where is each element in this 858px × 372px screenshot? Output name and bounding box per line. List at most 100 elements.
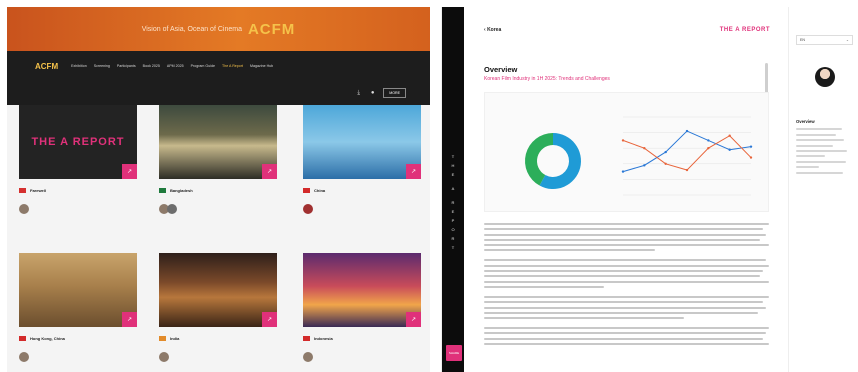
article-header: ‹ Korea THE A REPORT — [464, 7, 788, 53]
toc-item[interactable] — [796, 171, 853, 174]
nav-logo[interactable]: ACFM — [35, 62, 58, 71]
data-point — [685, 168, 689, 172]
chevron-down-icon: ⌄ — [845, 38, 849, 42]
toc-item[interactable] — [796, 133, 853, 136]
nav-item-exhibition[interactable]: Exhibition — [71, 64, 87, 68]
language-value: EN — [800, 38, 805, 42]
toc-item[interactable] — [796, 128, 853, 130]
data-point — [749, 156, 753, 159]
card-author — [303, 204, 421, 214]
header-title: THE A REPORT — [719, 27, 770, 33]
vertical-letter: T — [451, 245, 455, 250]
country-name: Indonesia — [314, 335, 333, 341]
data-point — [621, 170, 625, 173]
banner-tagline: Vision of Asia, Ocean of Cinema — [141, 25, 242, 33]
avatar — [303, 204, 313, 214]
listing-toolbar: ⤓ ● MORE — [7, 81, 430, 105]
card-author — [303, 352, 421, 362]
report-card[interactable]: ↗ China — [303, 105, 421, 214]
open-arrow-icon[interactable]: ↗ — [122, 164, 137, 179]
toc-item[interactable] — [796, 150, 853, 158]
article-heading: Overview — [484, 65, 518, 74]
card-author — [159, 204, 277, 214]
report-card[interactable]: ↗ Bangladesh — [159, 105, 277, 214]
paragraph — [484, 223, 769, 252]
open-arrow-icon[interactable]: ↗ — [122, 312, 137, 327]
chart-panel — [484, 92, 769, 212]
author-profile — [796, 67, 853, 94]
report-card[interactable]: ↗ India — [159, 253, 277, 362]
main-nav: ACFM Exhibition Screening Participants B… — [7, 51, 430, 81]
nav-item-book[interactable]: Book 2025 — [143, 64, 160, 68]
country-name: India — [170, 335, 180, 341]
data-point — [728, 148, 731, 151]
user-icon[interactable]: ● — [369, 90, 376, 97]
avatar — [814, 67, 835, 87]
card-author — [19, 352, 137, 362]
flag-icon — [159, 187, 166, 193]
vertical-letter: R — [451, 200, 455, 205]
vertical-letter: T — [451, 154, 455, 159]
data-point — [621, 139, 625, 142]
data-point — [664, 150, 667, 154]
vertical-report-text: T H E A R E P O R T — [450, 152, 456, 252]
vertical-letter: P — [451, 218, 455, 223]
vertical-letter: O — [451, 227, 455, 232]
nav-item-apm[interactable]: APM 2025 — [167, 64, 184, 68]
data-point — [685, 129, 689, 133]
card-thumbnail[interactable]: ↗ — [159, 105, 277, 179]
toc-heading[interactable]: Overview — [796, 119, 853, 124]
article-body: Overview Korean Film Industry in 1H 2025… — [484, 65, 769, 353]
charts-svg — [525, 116, 753, 196]
open-arrow-icon[interactable]: ↗ — [262, 164, 277, 179]
site-banner: Vision of Asia, Ocean of Cinema ACFM — [7, 7, 430, 51]
open-arrow-icon[interactable]: ↗ — [262, 312, 277, 327]
card-thumbnail[interactable]: ↗ — [159, 253, 277, 327]
report-cover-text: THE A REPORT — [31, 136, 125, 148]
nav-item-screening[interactable]: Screening — [94, 64, 110, 68]
article-sidebar: EN ⌄ Overview — [788, 7, 858, 372]
flag-icon — [19, 335, 26, 341]
open-arrow-icon[interactable]: ↗ — [406, 312, 421, 327]
card-country: China — [303, 186, 421, 194]
avatar — [19, 204, 29, 214]
share-button[interactable]: SHARE — [446, 345, 462, 361]
avatar — [303, 352, 313, 362]
card-thumbnail[interactable]: ↗ — [303, 105, 421, 179]
report-listing-page: Vision of Asia, Ocean of Cinema ACFM ACF… — [7, 7, 430, 372]
vertical-brand-bar: T H E A R E P O R T SHARE — [442, 7, 464, 372]
nav-item-magazine-hub[interactable]: Magazine Hub — [250, 64, 273, 68]
open-arrow-icon[interactable]: ↗ — [406, 164, 421, 179]
series-line — [622, 135, 752, 171]
data-point — [643, 147, 646, 150]
nav-item-program-guide[interactable]: Program Guide — [191, 64, 215, 68]
vertical-letter: E — [451, 172, 455, 177]
report-article-page: T H E A R E P O R T SHARE ‹ Korea THE A … — [441, 7, 858, 372]
report-card[interactable]: ↗ Indonesia — [303, 253, 421, 362]
table-of-contents: Overview — [796, 119, 853, 174]
card-country: Bangladesh — [159, 186, 277, 194]
card-author — [19, 204, 137, 214]
language-select[interactable]: EN ⌄ — [796, 35, 853, 45]
back-label: Korea — [487, 27, 502, 33]
banner-logo[interactable]: ACFM — [248, 21, 295, 38]
article-text — [484, 223, 769, 346]
report-card[interactable]: ↗ Hong Kong, China — [19, 253, 137, 362]
toc-item[interactable] — [796, 160, 853, 169]
card-thumbnail[interactable]: THE A REPORT ↗ — [19, 105, 137, 179]
report-card[interactable]: THE A REPORT ↗ Farewell — [19, 105, 137, 214]
nav-item-participants[interactable]: Participants — [117, 64, 136, 68]
article-subtitle: Korean Film Industry in 1H 2025: Trends … — [484, 76, 610, 82]
nav-item-the-a-report[interactable]: The A Report — [222, 64, 243, 68]
card-country: Indonesia — [303, 334, 421, 342]
card-country: Farewell — [19, 186, 137, 194]
download-icon[interactable]: ⤓ — [355, 90, 362, 97]
toc-item[interactable] — [796, 144, 853, 147]
paragraph — [484, 259, 769, 288]
more-button[interactable]: MORE — [383, 88, 406, 98]
back-link[interactable]: ‹ Korea — [484, 27, 501, 33]
card-thumbnail[interactable]: ↗ — [19, 253, 137, 327]
card-thumbnail[interactable]: ↗ — [303, 253, 421, 327]
toc-item[interactable] — [796, 139, 853, 141]
data-point — [664, 162, 667, 165]
